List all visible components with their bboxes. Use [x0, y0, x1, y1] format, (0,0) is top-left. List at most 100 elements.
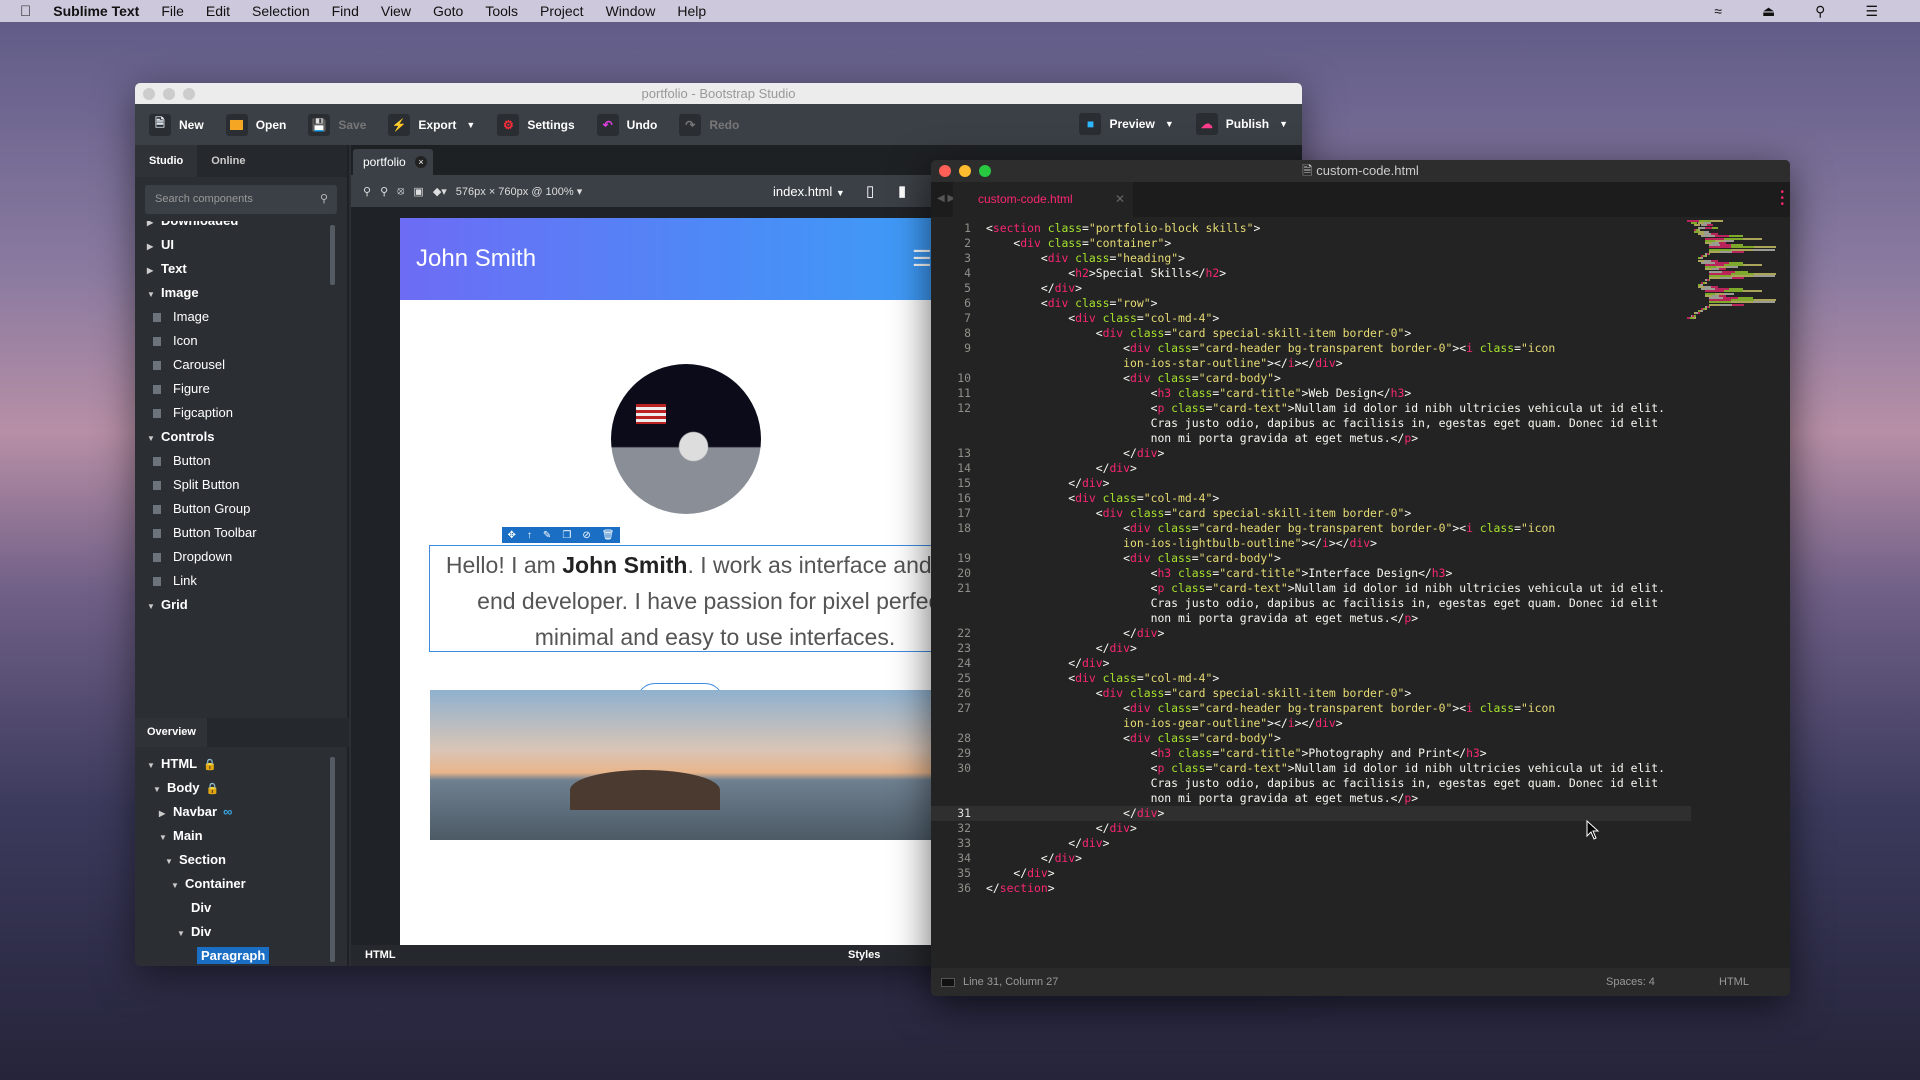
- caret-down-icon[interactable]: ▼: [147, 427, 161, 451]
- overview-node[interactable]: ▼ Div: [147, 920, 335, 944]
- component-item[interactable]: Button Group: [147, 497, 335, 521]
- code-editor[interactable]: 1 <section class="portfolio-block skills"…: [931, 221, 1691, 896]
- menu-help[interactable]: Help: [677, 3, 706, 19]
- overview-node[interactable]: ▼ HTML 🔒: [147, 752, 335, 776]
- component-group[interactable]: ▶ Text: [147, 257, 335, 281]
- window-controls[interactable]: [939, 165, 991, 177]
- component-item[interactable]: Button Toolbar: [147, 521, 335, 545]
- component-group[interactable]: ▶ UI: [147, 233, 335, 257]
- move-icon[interactable]: ✥: [508, 530, 516, 541]
- fit-icon[interactable]: ▣: [413, 185, 423, 198]
- tab-custom-code[interactable]: custom-code.html ✕: [953, 182, 1133, 217]
- undo-button[interactable]: ↶ Undo: [596, 113, 657, 136]
- caret-down-icon[interactable]: ▼: [153, 778, 167, 802]
- tab-portfolio[interactable]: portfolio ×: [353, 149, 433, 175]
- component-item[interactable]: Dropdown: [147, 545, 335, 569]
- spotlight-search-icon[interactable]: ⚲: [1815, 3, 1825, 20]
- select-parent-icon[interactable]: ↑: [527, 530, 532, 541]
- overview-node[interactable]: ▼ Container: [147, 872, 335, 896]
- component-item[interactable]: Link: [147, 569, 335, 593]
- layers-icon[interactable]: ◆▾: [433, 185, 447, 198]
- component-item[interactable]: Image: [147, 305, 335, 329]
- caret-right-icon[interactable]: ▶: [147, 259, 161, 283]
- component-item[interactable]: Carousel: [147, 353, 335, 377]
- zoom-button[interactable]: [183, 88, 195, 100]
- component-item[interactable]: Figure: [147, 377, 335, 401]
- close-button[interactable]: [939, 165, 951, 177]
- minimap[interactable]: [1687, 220, 1782, 320]
- minimize-button[interactable]: [163, 88, 175, 100]
- menu-edit[interactable]: Edit: [206, 3, 230, 19]
- close-tab-icon[interactable]: ×: [415, 156, 427, 168]
- component-item[interactable]: Split Button: [147, 473, 335, 497]
- menu-find[interactable]: Find: [332, 3, 359, 19]
- more-options-icon[interactable]: • • •: [1780, 188, 1784, 210]
- eject-icon[interactable]: ⏏: [1762, 3, 1775, 20]
- zoom-out-icon[interactable]: ⚲: [380, 185, 388, 198]
- publish-button[interactable]: ☁ Publish ▼: [1195, 113, 1288, 135]
- viewport-size-dropdown[interactable]: 576px × 760px @ 100% ▾: [456, 185, 582, 198]
- component-group[interactable]: ▶Downloaded: [147, 221, 335, 233]
- overview-node[interactable]: Paragraph: [147, 944, 335, 965]
- caret-right-icon[interactable]: ▶: [147, 235, 161, 259]
- preview-button[interactable]: ■ Preview ▼: [1079, 113, 1174, 135]
- close-button[interactable]: [143, 88, 155, 100]
- component-group[interactable]: ▼ Image: [147, 281, 335, 305]
- caret-down-icon[interactable]: ▼: [147, 595, 161, 619]
- menu-selection[interactable]: Selection: [252, 3, 310, 19]
- control-center-icon[interactable]: ☰: [1865, 3, 1878, 20]
- overview-node[interactable]: ▼ Body 🔒: [147, 776, 335, 800]
- overview-node[interactable]: ▼ Main: [147, 824, 335, 848]
- hide-icon[interactable]: ⊘: [582, 530, 590, 541]
- tab-online[interactable]: Online: [197, 145, 259, 177]
- overview-node[interactable]: Div: [147, 896, 335, 920]
- menu-view[interactable]: View: [381, 3, 411, 19]
- minimize-button[interactable]: [959, 165, 971, 177]
- styles-panel-toggle[interactable]: Styles: [848, 949, 880, 961]
- wifi-icon[interactable]: ≈: [1714, 3, 1722, 20]
- syntax-setting[interactable]: HTML: [1719, 968, 1749, 996]
- menu-goto[interactable]: Goto: [433, 3, 463, 19]
- delete-icon[interactable]: 🗑: [602, 530, 615, 541]
- zoom-button[interactable]: [979, 165, 991, 177]
- menu-project[interactable]: Project: [540, 3, 584, 19]
- overview-scrollbar[interactable]: [330, 757, 335, 962]
- caret-down-icon[interactable]: ▼: [171, 874, 185, 898]
- navbar-brand[interactable]: John Smith: [416, 245, 536, 272]
- rotate-icon[interactable]: ⦻: [397, 185, 404, 198]
- export-button[interactable]: ⚡ Export ▼: [388, 113, 475, 136]
- zoom-in-icon[interactable]: ⚲: [363, 185, 371, 198]
- overview-node[interactable]: ▶ Navbar ∞: [147, 800, 335, 824]
- indentation-setting[interactable]: Spaces: 4: [1606, 968, 1655, 996]
- selected-paragraph[interactable]: Hello! I am John Smith. I work as interf…: [429, 545, 980, 652]
- caret-down-icon[interactable]: ▼: [159, 826, 173, 850]
- search-components-input[interactable]: Search components ⚲: [145, 185, 337, 214]
- component-item[interactable]: Button: [147, 449, 335, 473]
- navbar[interactable]: John Smith ☰: [400, 218, 980, 300]
- tab-studio[interactable]: Studio: [135, 145, 198, 177]
- edit-icon[interactable]: ✎: [543, 530, 551, 541]
- menu-tools[interactable]: Tools: [485, 3, 518, 19]
- new-button[interactable]: 🗎 New: [149, 113, 204, 136]
- open-button[interactable]: Open: [225, 113, 286, 136]
- tab-overview[interactable]: Overview: [135, 718, 207, 747]
- window-controls[interactable]: [143, 88, 195, 100]
- component-item[interactable]: Icon: [147, 329, 335, 353]
- component-group[interactable]: ▼ Grid: [147, 593, 335, 617]
- caret-down-icon[interactable]: ▼: [147, 283, 161, 307]
- save-button[interactable]: 💾 Save: [308, 113, 366, 136]
- duplicate-icon[interactable]: ❐: [562, 530, 571, 541]
- menu-file[interactable]: File: [161, 3, 184, 19]
- panel-toggle-icon[interactable]: [941, 978, 955, 987]
- caret-down-icon[interactable]: ▼: [165, 850, 179, 874]
- apple-icon[interactable]: : [20, 3, 31, 20]
- caret-right-icon[interactable]: ▶: [159, 802, 173, 826]
- caret-down-icon[interactable]: ▼: [177, 922, 191, 946]
- overview-node[interactable]: ▼ Section: [147, 848, 335, 872]
- close-tab-icon[interactable]: ✕: [1115, 182, 1125, 217]
- phone-icon[interactable]: ▯: [866, 182, 874, 200]
- menu-app-name[interactable]: Sublime Text: [53, 3, 139, 19]
- component-group[interactable]: ▼ Controls: [147, 425, 335, 449]
- component-item[interactable]: Figcaption: [147, 401, 335, 425]
- tablet-icon[interactable]: ▮: [898, 182, 906, 200]
